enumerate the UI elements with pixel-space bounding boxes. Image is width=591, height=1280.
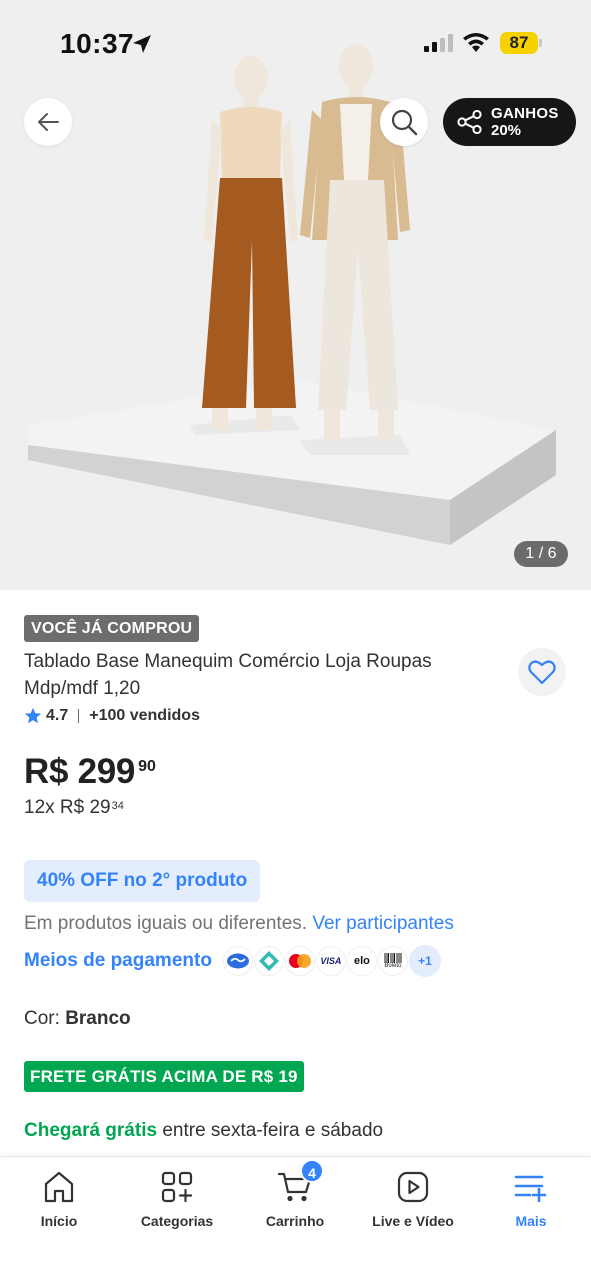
promo-subtext: Em produtos iguais ou diferentes. Ver pa… <box>24 913 454 935</box>
nav-item-inicio[interactable]: Início <box>0 1167 118 1229</box>
menu-plus-icon <box>514 1175 547 1202</box>
promo-subtext-label: Em produtos iguais ou diferentes. <box>24 913 308 934</box>
signal-icon <box>424 34 453 52</box>
share-earnings-button[interactable]: GANHOS 20% <box>443 98 576 146</box>
arrival-dates: entre sexta-feira e sábado <box>162 1120 384 1141</box>
rating-row[interactable]: 4.7 +100 vendidos <box>24 704 200 728</box>
more-payments-badge[interactable]: +1 <box>408 945 441 977</box>
visa-icon: VISA <box>315 946 346 976</box>
share-label-top: GANHOS <box>491 105 559 122</box>
pix-icon <box>253 946 284 976</box>
battery-icon: 87 <box>500 32 542 54</box>
nav-label-live-video: Live e Vídeo <box>372 1213 454 1229</box>
arrival-info: Chegará grátis entre sexta-feira e sábad… <box>24 1120 383 1142</box>
product-title: Tablado Base Manequim Comércio Loja Roup… <box>24 651 432 699</box>
star-icon <box>24 707 42 724</box>
gallery-counter: 1 / 6 <box>514 541 568 567</box>
see-participants-link[interactable]: Ver participantes <box>312 913 454 934</box>
installments: 12x R$ 29 34 <box>24 797 124 819</box>
boleto-label: Boleto <box>384 963 402 969</box>
mastercard-icon <box>284 946 315 976</box>
mercado-pago-icon <box>222 946 253 976</box>
installments-cents: 34 <box>111 800 124 812</box>
nav-label-mais: Mais <box>515 1213 547 1229</box>
already-bought-badge: VOCÊ JÁ COMPROU <box>24 615 200 642</box>
price-main: R$ 299 <box>24 752 136 791</box>
status-time: 10:37 <box>60 28 135 59</box>
nav-label-categorias: Categorias <box>140 1213 214 1229</box>
color-label: Cor: <box>24 1008 60 1029</box>
nav-item-live-video[interactable]: Live e Vídeo <box>354 1167 472 1229</box>
rating-value: 4.7 <box>46 707 69 724</box>
wifi-icon <box>463 33 489 52</box>
search-button[interactable] <box>380 98 428 146</box>
payment-methods-row[interactable]: Meios de pagamento VISA elo Boleto +1 <box>24 944 441 978</box>
home-icon <box>44 1171 74 1203</box>
boleto-icon: Boleto <box>377 946 408 976</box>
price: R$ 299 90 <box>24 752 156 792</box>
back-button[interactable] <box>24 98 72 146</box>
nav-item-carrinho[interactable]: 4 Carrinho <box>236 1159 354 1229</box>
arrival-free-label: Chegará grátis <box>24 1120 158 1141</box>
color-value: Branco <box>65 1008 131 1029</box>
battery-level: 87 <box>509 33 529 52</box>
bottom-navigation: Início Categorias 4 Carrinho Live e Víde… <box>0 1156 591 1280</box>
payment-methods-link[interactable]: Meios de pagamento <box>24 950 212 972</box>
arrow-left-icon <box>38 113 59 131</box>
heart-icon <box>528 660 556 685</box>
color-variation[interactable]: Cor: Branco <box>24 1008 131 1030</box>
free-shipping-badge: FRETE GRÁTIS ACIMA DE R$ 19 <box>24 1061 304 1092</box>
nav-label-carrinho: Carrinho <box>265 1213 325 1229</box>
promo-badge: 40% OFF no 2° produto <box>24 860 261 902</box>
sold-count: +100 vendidos <box>89 707 200 724</box>
nav-label-inicio: Início <box>40 1213 78 1229</box>
favorite-button[interactable] <box>518 648 566 696</box>
product-gallery[interactable]: 10:37 87 GANHOS 20% 1 / 6 <box>0 0 591 590</box>
rating-divider <box>78 709 80 723</box>
categories-icon <box>161 1171 193 1203</box>
play-icon <box>397 1171 429 1203</box>
search-icon <box>391 109 418 136</box>
nav-item-mais[interactable]: Mais <box>472 1167 590 1229</box>
elo-icon: elo <box>346 946 377 976</box>
share-icon <box>457 110 482 134</box>
price-cents: 90 <box>138 758 156 775</box>
cart-count-badge: 4 <box>300 1159 324 1183</box>
installments-main: 12x R$ 29 <box>24 797 111 818</box>
location-arrow-icon <box>133 35 151 53</box>
share-label-bottom: 20% <box>491 122 522 139</box>
nav-item-categorias[interactable]: Categorias <box>118 1167 236 1229</box>
status-bar: 10:37 87 <box>0 0 591 90</box>
